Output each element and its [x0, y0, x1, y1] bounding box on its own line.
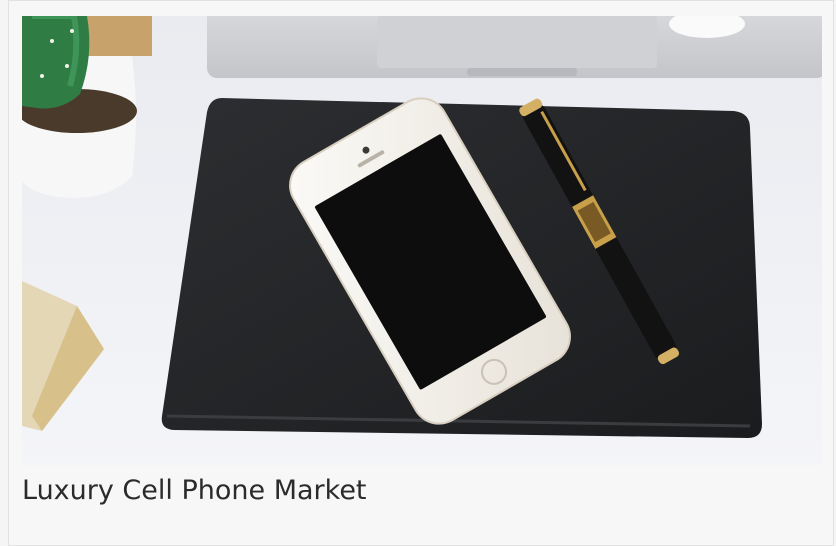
article-image[interactable]: [22, 16, 822, 465]
article-card[interactable]: Luxury Cell Phone Market: [8, 0, 834, 546]
cactus-plant: [22, 16, 152, 198]
article-title[interactable]: Luxury Cell Phone Market: [22, 471, 367, 511]
